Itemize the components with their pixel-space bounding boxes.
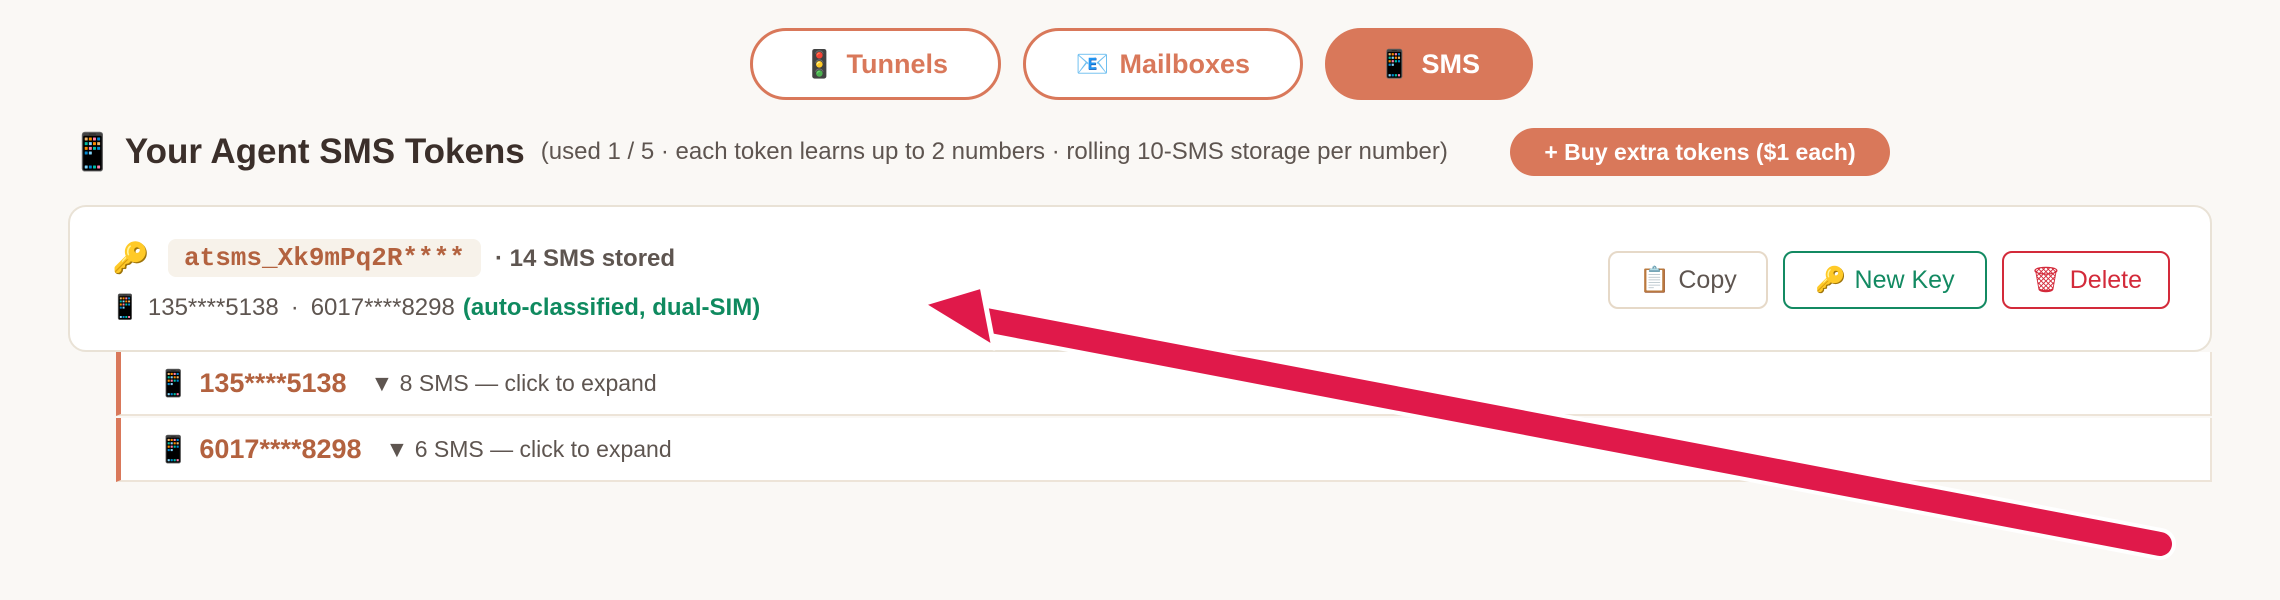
tab-label: Mailboxes [1119,48,1251,79]
tab-label: Tunnels [846,48,949,79]
sms-stored-count: · 14 SMS stored [495,245,676,272]
clipboard-icon: 📋 [1639,265,1671,294]
section-heading: 📱 Your Agent SMS Tokens (used 1 / 5 · ea… [70,128,1448,176]
new-key-label: New Key [1854,265,1955,294]
page-title: Your Agent SMS Tokens [124,132,525,171]
buy-extra-tokens-button[interactable]: + Buy extra tokens ($1 each) [1510,128,1890,176]
copy-label: Copy [1678,265,1737,294]
mobile-phone-icon: 📱 [70,131,115,172]
mobile-phone-icon: 📱 [110,294,140,321]
mobile-phone-icon: 📱 [157,433,190,464]
expand-toggle[interactable]: ▼ 6 SMS — click to expand [386,436,672,463]
sms-page: 🚦 Tunnels 📧 Mailboxes 📱 SMS 📱 Your Agent… [0,0,2280,600]
learned-number-2: 6017****8298 [310,293,455,321]
tab-bar: 🚦 Tunnels 📧 Mailboxes 📱 SMS [750,28,1555,100]
mobile-phone-icon: 📱 [157,367,190,398]
separator: · [290,293,299,321]
number-row-135-5138[interactable]: 📱 135****5138 ▼ 8 SMS — click to expand [116,352,2212,416]
tab-tunnels[interactable]: 🚦 Tunnels [750,28,1001,100]
copy-button[interactable]: 📋 Copy [1608,251,1768,309]
new-key-button[interactable]: 🔑 New Key [1783,251,1987,309]
delete-button[interactable]: 🗑 Delete [2002,251,2170,309]
delete-label: Delete [2069,265,2142,294]
traffic-light-icon: 🚦 [802,49,837,79]
key-icon: 🔑 [112,242,150,275]
tab-label: SMS [1421,48,1481,79]
key-icon: 🔑 [1815,265,1847,294]
learned-number-1: 135****5138 [147,293,279,321]
tab-sms[interactable]: 📱 SMS [1325,28,1533,100]
classification-label: (auto-classified, dual-SIM) [462,293,761,321]
trash-icon: 🗑 [2029,265,2062,294]
usage-note: (used 1 / 5 · each token learns up to 2 … [540,138,1448,165]
mobile-phone-icon: 📱 [1377,49,1412,79]
email-icon: 📧 [1075,49,1110,79]
number-row-6017-8298[interactable]: 📱 6017****8298 ▼ 6 SMS — click to expand [116,418,2212,482]
token-code[interactable]: atsms_Xk9mPq2R**** [168,239,481,277]
tab-mailboxes[interactable]: 📧 Mailboxes [1023,28,1303,100]
phone-number: 6017****8298 [199,433,362,464]
phone-number: 135****5138 [199,367,347,398]
token-card: 🔑 atsms_Xk9mPq2R**** · 14 SMS stored 📱 1… [68,205,2212,352]
learned-numbers: 📱 135****5138 · 6017****8298 (auto-class… [110,293,760,322]
expand-toggle[interactable]: ▼ 8 SMS — click to expand [371,370,657,397]
